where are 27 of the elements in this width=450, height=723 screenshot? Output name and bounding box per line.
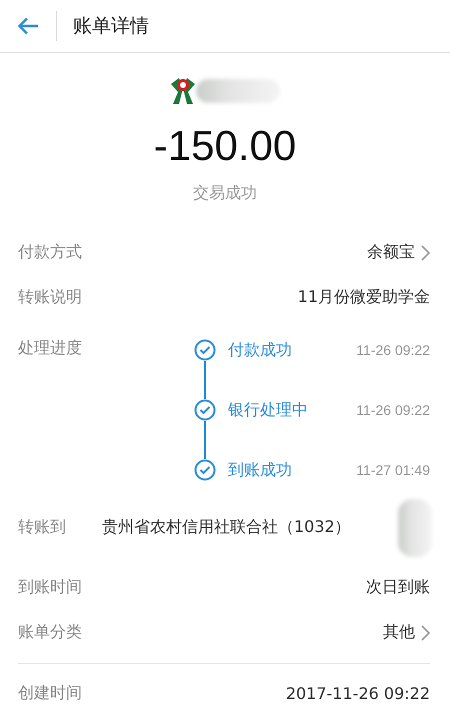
field-value: 次日到账	[366, 576, 430, 598]
amount: -150.00	[154, 121, 296, 171]
field-value: 贵州省农村信用社联合社（1032）	[102, 517, 352, 538]
transaction-status: 交易成功	[193, 183, 257, 204]
field-value: 2017-11-26 09:22	[286, 684, 430, 704]
field-label: 转账到	[18, 517, 66, 538]
field-value[interactable]: 其他	[383, 622, 415, 644]
step-label: 付款成功	[228, 340, 293, 361]
field-label: 付款方式	[18, 242, 82, 264]
step-time: 11-26 09:22	[356, 402, 430, 418]
field-label: 转账说明	[18, 287, 82, 308]
field-value: 11月份微爱助学金	[298, 287, 430, 308]
field-label: 到账时间	[18, 576, 82, 598]
field-value[interactable]: 余额宝	[367, 242, 415, 264]
field-label: 处理进度	[18, 338, 82, 360]
blur-patch	[398, 498, 432, 557]
step-time: 11-26 09:22	[356, 342, 430, 358]
chevron-right-icon	[421, 624, 430, 641]
step-label: 到账成功	[228, 460, 293, 481]
chevron-right-icon	[421, 244, 430, 261]
step-time: 11-27 01:49	[356, 462, 430, 478]
field-label: 账单分类	[18, 622, 82, 644]
bank-logo-icon	[170, 76, 196, 106]
page-title: 账单详情	[73, 14, 149, 39]
field-label: 创建时间	[18, 683, 82, 704]
step-label: 银行处理中	[228, 400, 309, 421]
back-arrow-icon	[17, 17, 39, 35]
